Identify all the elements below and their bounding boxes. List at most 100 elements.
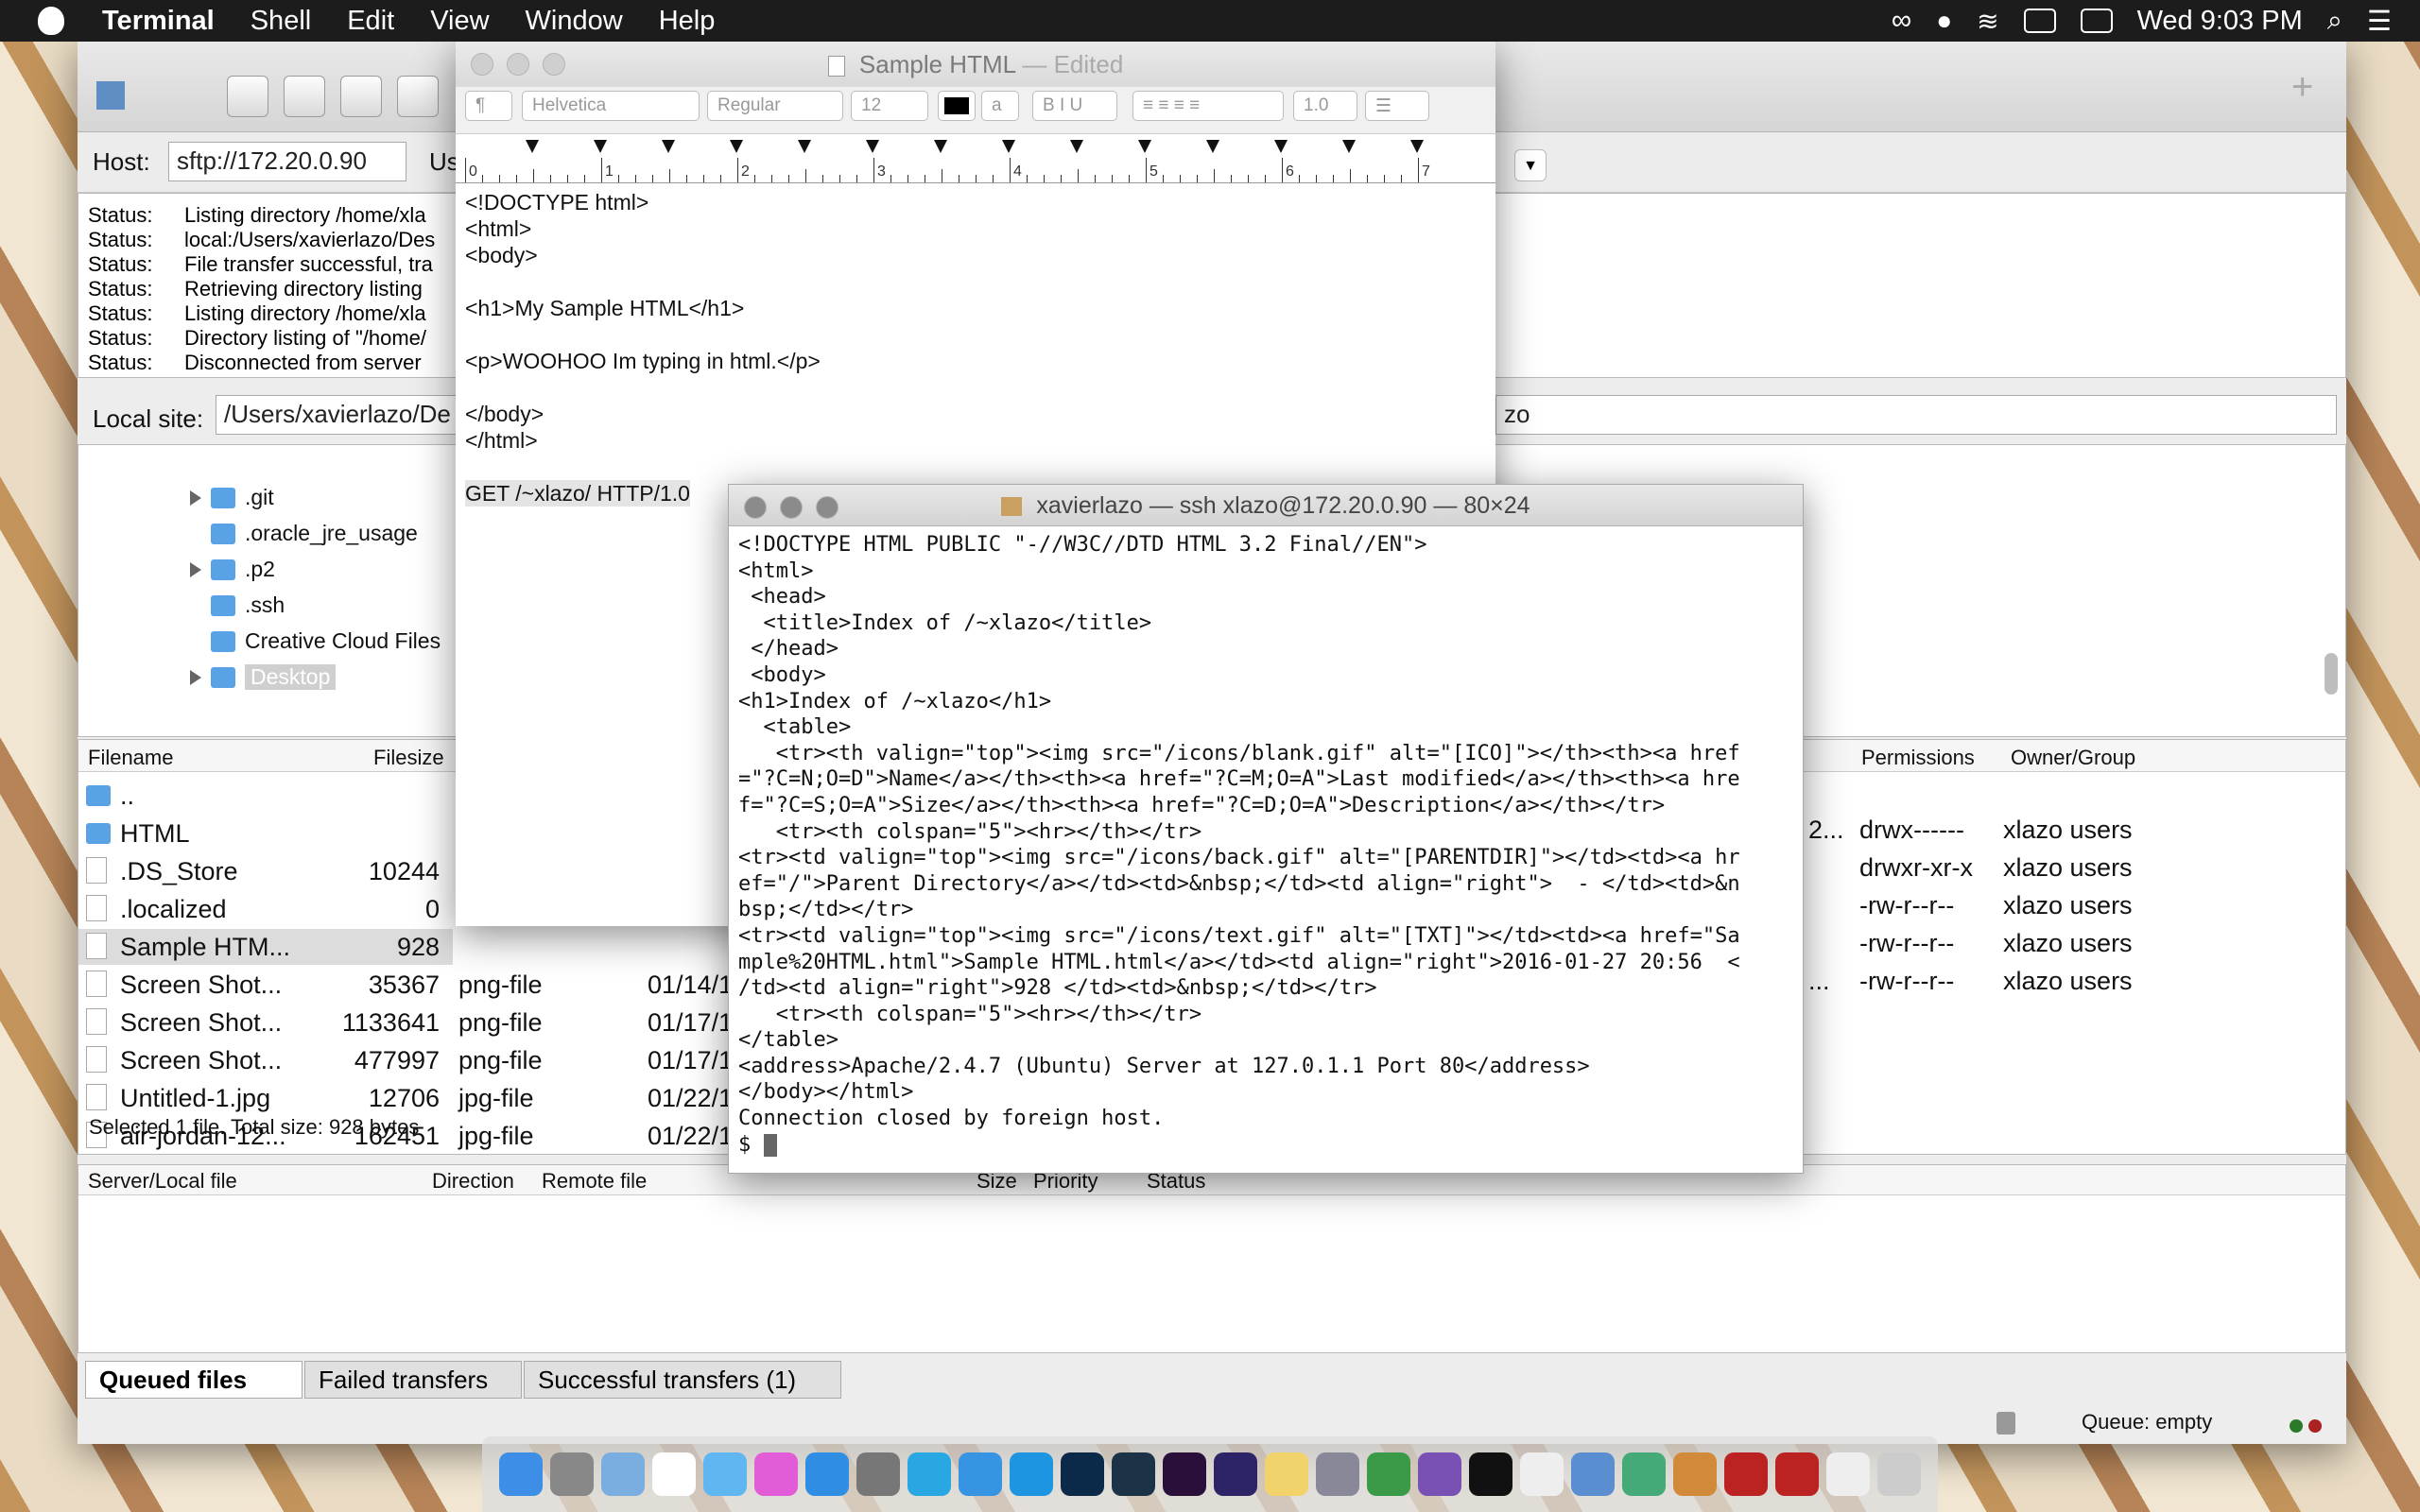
minimize-button[interactable] xyxy=(507,53,529,76)
site-manager-icon[interactable] xyxy=(91,76,132,117)
premiere-icon[interactable] xyxy=(1163,1452,1206,1496)
zoom-button[interactable] xyxy=(543,53,565,76)
menu-app-name[interactable]: Terminal xyxy=(102,6,215,37)
col-direction[interactable]: Direction xyxy=(432,1169,514,1194)
tab-stop-icon[interactable] xyxy=(1002,140,1015,153)
edit-icon[interactable] xyxy=(227,76,268,117)
tab-stop-icon[interactable] xyxy=(798,140,811,153)
host-field[interactable]: sftp://172.20.0.90 xyxy=(168,142,406,181)
tab-stop-icon[interactable] xyxy=(526,140,539,153)
lightroom-icon[interactable] xyxy=(1112,1452,1155,1496)
close-button[interactable] xyxy=(744,496,767,519)
tab-queued-files[interactable]: Queued files xyxy=(85,1361,302,1399)
mail-icon[interactable] xyxy=(601,1452,645,1496)
safari-icon[interactable] xyxy=(959,1452,1002,1496)
minimize-button[interactable] xyxy=(780,496,803,519)
font-style-select[interactable]: Regular xyxy=(707,91,843,121)
file-row[interactable]: Screen Shot... 477997 png-file 01/17/1 xyxy=(78,1042,797,1078)
messages-icon[interactable] xyxy=(703,1452,747,1496)
box-icon[interactable] xyxy=(1673,1452,1717,1496)
file-row[interactable]: Screen Shot... 1133641 png-file 01/17/1 xyxy=(78,1005,797,1040)
skype-icon[interactable] xyxy=(908,1452,951,1496)
tree-item[interactable]: .p2 xyxy=(190,557,275,582)
tab-stop-icon[interactable] xyxy=(662,140,675,153)
app-store-icon[interactable] xyxy=(805,1452,849,1496)
trash-icon[interactable] xyxy=(1877,1452,1921,1496)
tab-stop-icon[interactable] xyxy=(934,140,947,153)
messages-status-icon[interactable]: ● xyxy=(1936,6,1952,36)
tab-stop-icon[interactable] xyxy=(1070,140,1083,153)
apple-icon[interactable] xyxy=(38,7,64,35)
col-filesize[interactable]: Filesize xyxy=(373,746,444,770)
tab-stop-icon[interactable] xyxy=(594,140,607,153)
highlight-color-button[interactable]: a xyxy=(981,91,1019,121)
virtualbox-icon[interactable] xyxy=(1571,1452,1615,1496)
tab-stop-icon[interactable] xyxy=(1206,140,1219,153)
photoshop-icon[interactable] xyxy=(1061,1452,1104,1496)
numbers-icon[interactable] xyxy=(1367,1452,1410,1496)
paragraph-style-select[interactable]: ¶ xyxy=(465,91,512,121)
tree-item[interactable]: Creative Cloud Files xyxy=(211,628,441,654)
tab-stop-icon[interactable] xyxy=(866,140,879,153)
github-icon[interactable] xyxy=(1418,1452,1461,1496)
textedit-icon[interactable] xyxy=(1520,1452,1564,1496)
calendar-icon[interactable] xyxy=(652,1452,696,1496)
document-icon[interactable] xyxy=(1826,1452,1870,1496)
creative-cloud-icon[interactable]: ∞ xyxy=(1892,5,1911,37)
tab-stop-icon[interactable] xyxy=(730,140,743,153)
tab-successful-transfers[interactable]: Successful transfers (1) xyxy=(524,1361,841,1399)
add-tab-icon[interactable]: + xyxy=(2291,68,2329,106)
close-button[interactable] xyxy=(471,53,493,76)
col-owner-group[interactable]: Owner/Group xyxy=(2011,746,2135,770)
clock[interactable]: Wed 9:03 PM xyxy=(2137,6,2303,37)
menu-help[interactable]: Help xyxy=(659,6,716,37)
col-remote-file[interactable]: Remote file xyxy=(542,1169,647,1194)
itunes-icon[interactable] xyxy=(754,1452,798,1496)
menu-view[interactable]: View xyxy=(430,6,489,37)
tab-failed-transfers[interactable]: Failed transfers xyxy=(304,1361,522,1399)
keyboard-icon[interactable] xyxy=(2023,9,2056,33)
sync-icon[interactable] xyxy=(397,76,439,117)
textedit-titlebar[interactable]: Sample HTML — Edited xyxy=(456,42,1495,87)
document-text[interactable]: <!DOCTYPE html> <html> <body> <h1>My Sample… xyxy=(465,189,821,507)
edited-label[interactable]: — Edited xyxy=(1022,50,1123,78)
alignment-buttons[interactable]: ≡ ≡ ≡ ≡ xyxy=(1132,91,1284,121)
terminal-titlebar[interactable]: xavierlazo — ssh xlazo@172.20.0.90 — 80×… xyxy=(729,485,1803,526)
bold-italic-underline[interactable]: B I U xyxy=(1032,91,1117,121)
list-select[interactable]: ☰ xyxy=(1365,91,1429,121)
launchpad-icon[interactable] xyxy=(550,1452,594,1496)
system-preferences-icon[interactable] xyxy=(856,1452,900,1496)
file-row[interactable]: Sample HTM... 928 xyxy=(78,929,453,965)
tab-stop-icon[interactable] xyxy=(1342,140,1356,153)
toggle-log-icon[interactable] xyxy=(284,76,325,117)
ruler[interactable]: 0 1 2 3 4 5 6 7 xyxy=(456,134,1495,183)
file-row[interactable]: Untitled-1.jpg 12706 jpg-file 01/22/1 xyxy=(78,1080,797,1116)
wifi-icon[interactable]: ≋ xyxy=(1977,6,1998,37)
file-row[interactable]: Screen Shot... 35367 png-file 01/14/1 xyxy=(78,967,797,1003)
terminal-icon[interactable] xyxy=(1469,1452,1512,1496)
font-size-select[interactable]: 12 xyxy=(851,91,928,121)
toggle-tree-icon[interactable] xyxy=(340,76,382,117)
eclipse-icon[interactable] xyxy=(1214,1452,1257,1496)
text-color-button[interactable] xyxy=(938,91,976,121)
notes-icon[interactable] xyxy=(1265,1452,1308,1496)
notification-center-icon[interactable]: ☰ xyxy=(2367,5,2392,38)
tree-item[interactable]: .ssh xyxy=(211,593,285,618)
tree-item[interactable]: .git xyxy=(190,485,274,510)
font-select[interactable]: Helvetica xyxy=(522,91,700,121)
filezilla-icon[interactable] xyxy=(1775,1452,1819,1496)
tab-stop-icon[interactable] xyxy=(1410,140,1424,153)
terminal-output[interactable]: <!DOCTYPE HTML PUBLIC "-//W3C//DTD HTML … xyxy=(738,532,1740,1158)
line-spacing-select[interactable]: 1.0 xyxy=(1293,91,1357,121)
finder-icon[interactable] xyxy=(499,1452,543,1496)
tree-item-selected[interactable]: Desktop xyxy=(190,664,337,690)
col-filename[interactable]: Filename xyxy=(88,746,173,770)
chevron-down-icon[interactable]: ▼ xyxy=(1514,149,1547,181)
zoom-button[interactable] xyxy=(816,496,838,519)
col-server-local[interactable]: Server/Local file xyxy=(88,1169,237,1194)
java-icon[interactable] xyxy=(1622,1452,1666,1496)
menu-edit[interactable]: Edit xyxy=(347,6,394,37)
tree-item[interactable]: .oracle_jre_usage xyxy=(211,521,418,546)
tab-stop-icon[interactable] xyxy=(1274,140,1288,153)
menu-window[interactable]: Window xyxy=(526,6,623,37)
